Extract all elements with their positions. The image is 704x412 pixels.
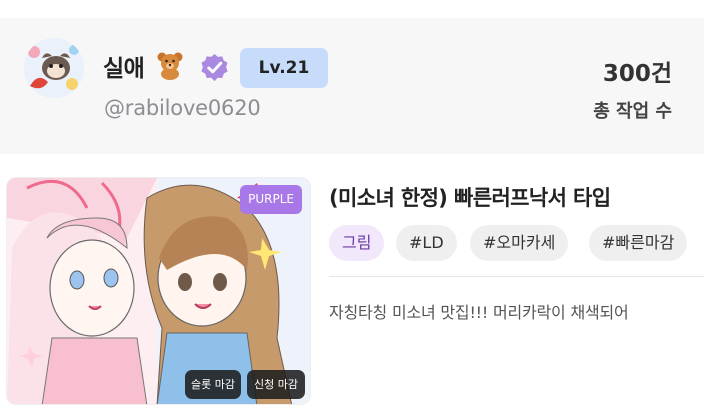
tag-fast-deadline[interactable]: #빠른마감 xyxy=(589,225,688,261)
slot-closed-chip: 슬롯 마감 xyxy=(185,370,241,399)
level-badge: Lv.21 xyxy=(240,48,328,88)
profile-handle: @rabilove0620 xyxy=(104,96,261,120)
post-description: 자칭타칭 미소녀 맛집!!! 머리카락이 채색되어 xyxy=(329,303,629,322)
profile-card xyxy=(0,18,704,154)
top-spacer xyxy=(0,0,704,18)
tag-ld[interactable]: #LD xyxy=(396,225,457,261)
post-thumbnail[interactable]: PURPLE 슬롯 마감 신청 마감 xyxy=(6,177,311,405)
work-count: 300건 xyxy=(602,61,672,87)
avatar-image xyxy=(24,38,84,98)
verified-badge-icon xyxy=(201,53,228,82)
tag-omakase[interactable]: #오마카세 xyxy=(470,225,569,261)
application-closed-chip: 신청 마감 xyxy=(247,370,305,399)
post-title[interactable]: (미소녀 한정) 빠른러프낙서 타입 xyxy=(329,182,611,212)
profile-name: 실애 xyxy=(103,56,145,82)
avatar[interactable] xyxy=(24,38,84,98)
teddy-bear-icon xyxy=(157,52,183,80)
tier-badge: PURPLE xyxy=(240,185,302,214)
category-tag[interactable]: 그림 xyxy=(329,225,385,261)
divider xyxy=(329,276,704,277)
work-count-label: 총 작업 수 xyxy=(593,101,672,122)
